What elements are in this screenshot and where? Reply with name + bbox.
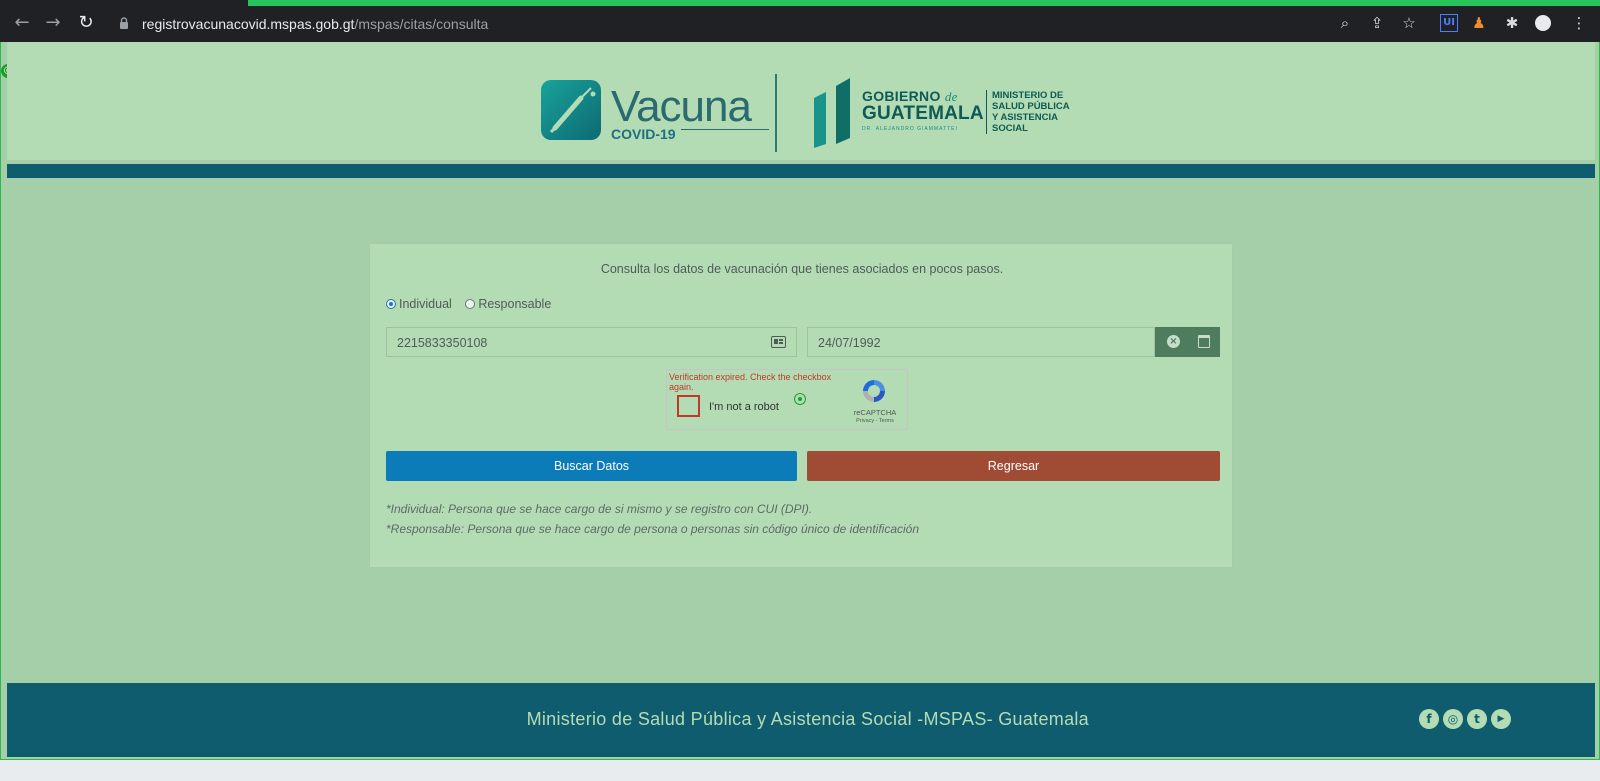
gobierno-guatemala-logo: GOBIERNO de GUATEMALA DR. ALEJANDRO GIAM… [812, 74, 1082, 152]
recaptcha-widget: Verification expired. Check the checkbox… [666, 369, 908, 430]
radio-individual[interactable] [386, 299, 396, 309]
header-accent-bar [7, 164, 1595, 178]
facebook-icon[interactable]: f [1419, 709, 1439, 729]
captcha-error-text: Verification expired. Check the checkbox… [669, 372, 832, 392]
captcha-label: I'm not a robot [709, 401, 779, 413]
birthdate-input[interactable]: 24/07/1992 [807, 327, 1155, 357]
vacuna-underline [681, 129, 769, 130]
birthdate-value: 24/07/1992 [818, 336, 881, 350]
browser-bottom-strip [0, 760, 1600, 781]
recaptcha-links[interactable]: Privacy - Terms [845, 418, 905, 424]
footer-text: Ministerio de Salud Pública y Asistencia… [526, 709, 1089, 729]
note-responsable: *Responsable: Persona que se hace cargo … [386, 522, 920, 536]
cui-value: 2215833350108 [397, 336, 488, 350]
regresar-button[interactable]: Regresar [807, 451, 1220, 481]
youtube-icon[interactable]: ▶ [1491, 709, 1511, 729]
forward-icon[interactable]: → [43, 13, 63, 33]
star-icon[interactable]: ☆ [1400, 14, 1418, 32]
intro-text: Consulta los datos de vacunación que tie… [600, 262, 1004, 276]
reload-icon[interactable]: ↻ [76, 13, 96, 33]
vacuna-wordmark: Vacuna [611, 82, 752, 131]
zoom-icon[interactable]: ⌕ [1336, 14, 1354, 32]
puzzle-icon[interactable]: ✱ [1503, 14, 1521, 32]
url-text[interactable]: registrovacunacovid.mspas.gob.gt/mspas/c… [142, 16, 488, 32]
lock-icon [120, 17, 128, 29]
radio-responsable-label[interactable]: Responsable [478, 297, 551, 311]
extension-person-icon[interactable]: ♟ [1470, 14, 1488, 32]
page-load-progress [248, 0, 1600, 6]
calendar-icon[interactable] [1198, 335, 1210, 348]
syringe-icon [541, 80, 601, 140]
share-icon[interactable]: ⇪ [1368, 14, 1386, 32]
consulta-card: Consulta los datos de vacunación que tie… [369, 243, 1233, 568]
covid-19-wordmark: COVID-19 [611, 126, 676, 142]
profile-icon[interactable] [1535, 15, 1553, 33]
clear-date-icon[interactable]: × [1167, 335, 1180, 348]
radio-individual-label[interactable]: Individual [399, 297, 452, 311]
gobierno-bars-icon [814, 78, 850, 148]
menu-icon[interactable]: ⋮ [1570, 14, 1588, 32]
url-path: /mspas/citas/consulta [354, 16, 489, 32]
tipo-radio-group: Individual Responsable [386, 297, 561, 313]
page-viewport: ◎ Vacuna COVID-19 GOBIERNO de GUATEMA [0, 42, 1600, 760]
cui-input[interactable]: 2215833350108 [386, 327, 797, 357]
url-domain: registrovacunacovid.mspas.gob.gt [142, 16, 355, 32]
id-card-icon [771, 336, 786, 348]
instagram-icon[interactable]: ◎ [1443, 709, 1463, 729]
note-individual: *Individual: Persona que se hace cargo d… [386, 502, 813, 516]
radio-responsable[interactable] [465, 299, 476, 309]
target-cursor-icon [794, 393, 806, 405]
buscar-datos-button[interactable]: Buscar Datos [386, 451, 797, 481]
captcha-checkbox[interactable] [677, 395, 700, 417]
back-icon[interactable]: ← [12, 13, 32, 33]
browser-toolbar: ← → ↻ registrovacunacovid.mspas.gob.gt/m… [0, 0, 1600, 42]
logo-divider [775, 74, 777, 152]
presidente-text: DR. ALEJANDRO GIAMMATTEI [862, 126, 958, 132]
ministry-name: MINISTERIO DE SALUD PÚBLICA Y ASISTENCIA… [992, 90, 1070, 134]
extension-ui-icon[interactable]: UI [1440, 14, 1458, 32]
date-addon: × [1155, 327, 1220, 357]
recaptcha-logo-icon [863, 380, 885, 402]
recaptcha-brand: reCAPTCHA [853, 408, 897, 417]
site-footer: Ministerio de Salud Pública y Asistencia… [7, 683, 1595, 757]
guatemala-text: GUATEMALA [862, 103, 984, 124]
vacuna-covid-logo: Vacuna COVID-19 [541, 80, 791, 146]
site-header: Vacuna COVID-19 GOBIERNO de GUATEMALA DR… [7, 42, 1595, 160]
twitter-icon[interactable]: t [1467, 709, 1487, 729]
ministry-separator [986, 90, 987, 134]
